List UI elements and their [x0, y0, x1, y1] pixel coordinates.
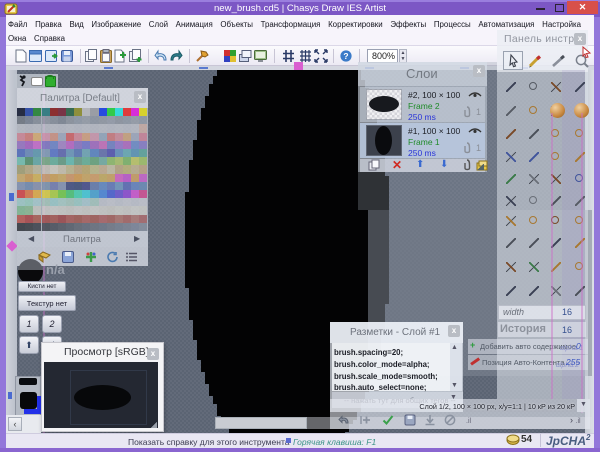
svg-text:?: ? — [343, 51, 348, 61]
